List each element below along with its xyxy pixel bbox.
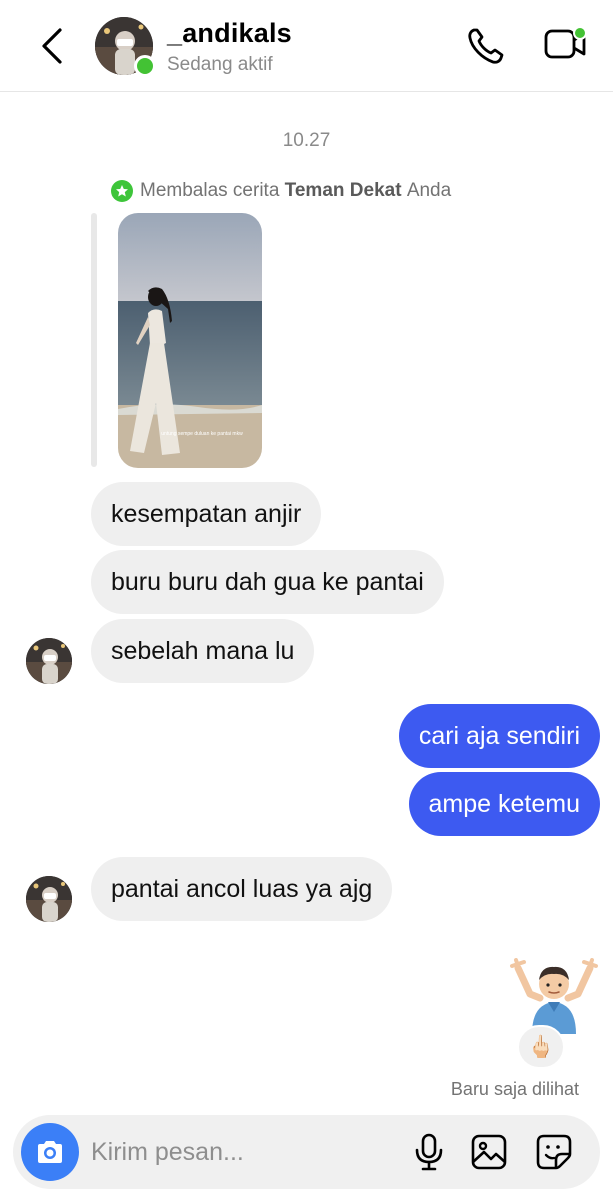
reply-note-prefix: Membalas cerita (140, 180, 280, 201)
gallery-icon (471, 1134, 507, 1170)
message-composer (13, 1115, 600, 1189)
camera-icon (38, 1141, 62, 1163)
shrug-emoji-message[interactable] (508, 958, 600, 1036)
reply-note-suffix: Anda (406, 180, 452, 201)
message-timestamp: 10.27 (282, 130, 331, 151)
reply-note-highlight: Teman Dekat (284, 180, 402, 201)
phone-icon (468, 28, 504, 64)
message-input[interactable] (91, 1131, 391, 1173)
online-indicator (134, 55, 156, 77)
message-reaction[interactable]: 🖕🏻 (517, 1025, 565, 1069)
message-bubble-incoming[interactable]: buru buru dah gua ke pantai (91, 550, 444, 614)
message-bubble-outgoing[interactable]: ampe ketemu (408, 772, 600, 836)
video-online-dot (573, 26, 587, 40)
gallery-button[interactable] (469, 1132, 509, 1172)
story-caption: untung sempe duluan ke pantai mkw (161, 431, 243, 437)
sender-avatar[interactable] (26, 876, 72, 922)
back-button[interactable] (34, 24, 70, 68)
message-bubble-incoming[interactable]: pantai ancol luas ya ajg (91, 857, 393, 921)
seen-status: Baru saja dilihat (450, 1079, 579, 1099)
chat-header: _andikals Sedang aktif (0, 0, 613, 92)
chat-username[interactable]: _andikals (167, 18, 292, 49)
active-status: Sedang aktif (167, 54, 273, 75)
voice-message-button[interactable] (409, 1132, 449, 1172)
story-reply-bar (91, 213, 97, 467)
microphone-icon (415, 1133, 443, 1171)
message-bubble-incoming[interactable]: kesempatan anjir (91, 482, 322, 546)
close-friends-star-icon (111, 180, 133, 202)
sticker-button[interactable] (534, 1132, 574, 1172)
story-reply-note: Membalas cerita Teman Dekat Anda (111, 180, 451, 202)
message-bubble-incoming[interactable]: sebelah mana lu (91, 619, 315, 683)
message-bubble-outgoing[interactable]: cari aja sendiri (398, 704, 600, 768)
sticker-icon (536, 1134, 572, 1170)
camera-button[interactable] (21, 1123, 79, 1181)
chevron-left-icon (42, 28, 62, 64)
story-thumbnail[interactable]: untung sempe duluan ke pantai mkw (118, 213, 262, 468)
voice-call-button[interactable] (464, 24, 508, 68)
sender-avatar[interactable] (26, 638, 72, 684)
